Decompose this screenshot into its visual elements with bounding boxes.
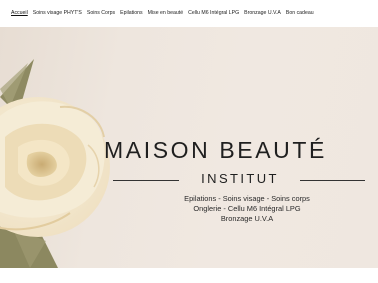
page: Accueil Soins visage PHYT'S Soins Corps … (0, 0, 378, 283)
nav-item-cellu-m6[interactable]: Cellu M6 Intégral LPG (188, 9, 239, 17)
nav-item-bronzage[interactable]: Bronzage U.V.A (244, 9, 281, 17)
services-line: Onglerie - Cellu M6 Intégral LPG (193, 204, 301, 213)
nav-menu: Accueil Soins visage PHYT'S Soins Corps … (11, 9, 314, 17)
nav-item-soins-visage[interactable]: Soins visage PHYT'S (33, 9, 82, 17)
divider-right (300, 180, 365, 181)
top-navigation: Accueil Soins visage PHYT'S Soins Corps … (0, 0, 378, 27)
brand-subtitle: INSTITUT (201, 171, 279, 186)
hero-banner: MAISON BEAUTÉ INSTITUT Epilations - Soin… (0, 27, 378, 268)
nav-item-soins-corps[interactable]: Soins Corps (87, 9, 115, 17)
brand-title: MAISON BEAUTÉ (104, 137, 327, 163)
divider-left (113, 180, 179, 181)
services-line: Epilations - Soins visage - Soins corps (184, 194, 310, 203)
services-list: Epilations - Soins visage - Soins corps … (150, 194, 344, 224)
nav-item-mise-en-beaute[interactable]: Mise en beauté (148, 9, 183, 17)
nav-item-accueil[interactable]: Accueil (11, 9, 28, 17)
services-line: Bronzage U.V.A (220, 214, 274, 223)
nav-item-bon-cadeau[interactable]: Bon cadeau (286, 9, 314, 17)
nav-item-epilations[interactable]: Epilations (120, 9, 143, 17)
